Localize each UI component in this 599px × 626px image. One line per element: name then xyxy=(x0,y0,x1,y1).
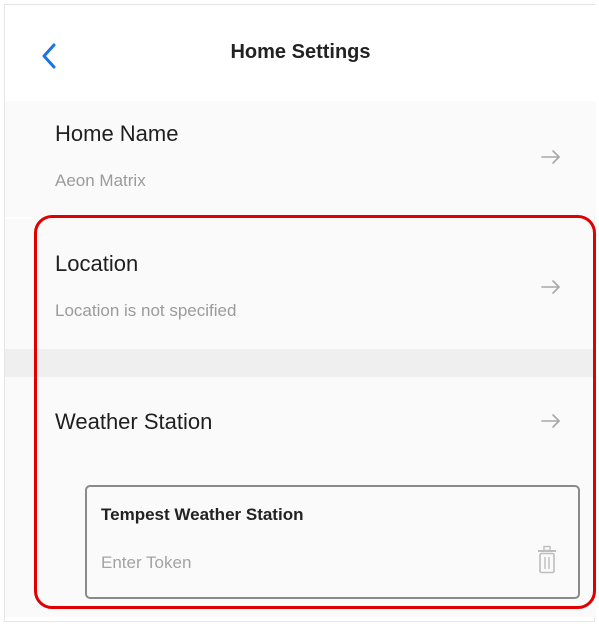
section-divider xyxy=(5,349,596,377)
header-bar: Home Settings xyxy=(5,5,596,101)
weather-station-row[interactable]: Weather Station Tempest Weather Station xyxy=(5,377,596,617)
home-name-label: Home Name xyxy=(55,121,179,146)
location-value: Location is not specified xyxy=(55,301,237,320)
trash-icon[interactable] xyxy=(536,545,558,575)
station-card-title: Tempest Weather Station xyxy=(101,505,304,524)
arrow-right-icon xyxy=(541,280,560,294)
home-settings-screen: Home Settings Home Name Aeon Matrix Loca… xyxy=(4,4,596,622)
location-label: Location xyxy=(55,251,139,276)
page-title: Home Settings xyxy=(230,41,371,63)
token-input[interactable] xyxy=(101,545,501,581)
home-name-row[interactable]: Home Name Aeon Matrix xyxy=(5,101,596,217)
home-name-value: Aeon Matrix xyxy=(55,171,146,190)
location-row[interactable]: Location Location is not specified xyxy=(5,219,596,349)
arrow-right-icon xyxy=(541,150,560,164)
tempest-station-card: Tempest Weather Station xyxy=(85,485,580,599)
weather-station-label: Weather Station xyxy=(55,409,213,434)
arrow-right-icon xyxy=(541,414,560,428)
